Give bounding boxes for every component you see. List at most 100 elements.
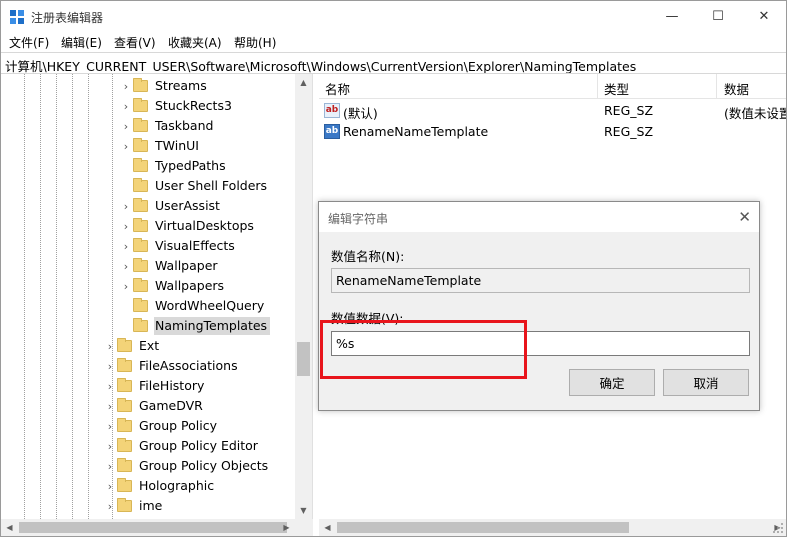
tree-item[interactable]: › FileAssociations <box>103 356 241 376</box>
tree-item-label: WordWheelQuery <box>155 298 265 313</box>
list-horizontal-scrollbar[interactable]: ◀ ▶ <box>319 519 786 536</box>
tree-item-label: Taskband <box>155 118 214 133</box>
value-type: REG_SZ <box>604 124 654 139</box>
scroll-left-icon[interactable]: ◀ <box>1 519 18 536</box>
tree-item[interactable]: › ime <box>103 496 165 516</box>
menu-help[interactable]: 帮助(H) <box>234 34 276 51</box>
folder-icon <box>133 198 148 212</box>
resize-grip-icon[interactable] <box>771 521 785 535</box>
tree-item-label: FileHistory <box>139 378 205 393</box>
menu-favorites[interactable]: 收藏夹(A) <box>168 34 222 51</box>
expand-chevron-icon[interactable]: › <box>119 276 133 296</box>
close-button[interactable]: ✕ <box>741 1 787 32</box>
menu-edit[interactable]: 编辑(E) <box>61 34 102 51</box>
value-name: (默认) <box>343 106 378 121</box>
tree-item[interactable]: › Ext <box>103 336 162 356</box>
folder-icon <box>117 498 132 512</box>
column-header-data[interactable]: 数据 <box>724 79 749 98</box>
expand-chevron-icon[interactable]: › <box>103 376 117 396</box>
highlight-annotation-box <box>320 320 527 379</box>
scroll-down-icon[interactable]: ▼ <box>295 502 312 519</box>
expand-chevron-icon[interactable]: › <box>103 456 117 476</box>
minimize-button[interactable]: — <box>649 1 695 32</box>
column-header-type[interactable]: 类型 <box>604 79 629 98</box>
tree-guide-line <box>88 74 89 519</box>
tree-item[interactable]: › FileHistory <box>103 376 207 396</box>
tree-item[interactable]: TypedPaths <box>119 156 229 176</box>
tree-horizontal-scrollbar[interactable]: ◀ ▶ <box>1 519 313 536</box>
tree-guide-line <box>56 74 57 519</box>
tree-item[interactable]: › Streams <box>119 76 210 96</box>
expand-chevron-icon[interactable]: › <box>119 236 133 256</box>
expand-chevron-icon[interactable]: › <box>119 136 133 156</box>
folder-icon <box>133 218 148 232</box>
title-bar: 注册表编辑器 — ☐ ✕ <box>1 1 786 32</box>
expand-chevron-icon[interactable]: › <box>103 416 117 436</box>
value-name: RenameNameTemplate <box>343 124 489 139</box>
tree-item[interactable]: › UserAssist <box>119 196 223 216</box>
registry-editor-icon <box>10 10 24 24</box>
tree-item[interactable]: › Taskband <box>119 116 216 136</box>
expand-chevron-icon[interactable]: › <box>119 196 133 216</box>
expand-chevron-icon[interactable]: › <box>103 336 117 356</box>
folder-icon <box>133 278 148 292</box>
tree-item[interactable]: WordWheelQuery <box>119 296 267 316</box>
scroll-left-icon[interactable]: ◀ <box>319 519 336 536</box>
tree-item[interactable]: › TWinUI <box>119 136 202 156</box>
maximize-button[interactable]: ☐ <box>695 1 741 32</box>
expand-chevron-icon[interactable]: › <box>119 96 133 116</box>
list-hscroll-thumb[interactable] <box>337 522 629 533</box>
tree-item[interactable]: › Group Policy Editor <box>103 436 261 456</box>
tree-item[interactable]: › Wallpaper <box>119 256 221 276</box>
tree-item[interactable]: › StuckRects3 <box>119 96 235 116</box>
tree-item[interactable]: › Group Policy <box>103 416 220 436</box>
list-row[interactable]: ab (默认) REG_SZ (数值未设置) <box>319 100 786 121</box>
tree-item[interactable]: › Holographic <box>103 476 217 496</box>
registry-editor-window: 注册表编辑器 — ☐ ✕ 文件(F) 编辑(E) 查看(V) 收藏夹(A) 帮助… <box>0 0 787 537</box>
list-row[interactable]: ab RenameNameTemplate REG_SZ <box>319 121 786 142</box>
expand-chevron-icon[interactable]: › <box>119 116 133 136</box>
column-header-name[interactable]: 名称 <box>325 79 350 98</box>
menu-file[interactable]: 文件(F) <box>9 34 49 51</box>
minimize-icon: — <box>665 9 679 24</box>
maximize-icon: ☐ <box>712 9 724 24</box>
folder-icon <box>133 258 148 272</box>
tree-vertical-scrollbar[interactable]: ▲ ▼ <box>295 74 312 519</box>
address-bar[interactable]: 计算机\HKEY_CURRENT_USER\Software\Microsoft… <box>1 52 786 74</box>
expand-chevron-icon[interactable]: › <box>103 496 117 516</box>
folder-icon <box>117 358 132 372</box>
menu-view[interactable]: 查看(V) <box>114 34 156 51</box>
tree-item-label: ime <box>139 498 163 513</box>
ok-button[interactable]: 确定 <box>569 369 655 396</box>
dialog-close-icon[interactable]: ✕ <box>738 208 751 226</box>
expand-chevron-icon[interactable]: › <box>103 436 117 456</box>
folder-icon <box>133 158 148 172</box>
scroll-up-icon[interactable]: ▲ <box>295 74 312 91</box>
tree-item[interactable]: › Wallpapers <box>119 276 227 296</box>
tree-item[interactable]: › VirtualDesktops <box>119 216 257 236</box>
expand-chevron-icon[interactable]: › <box>119 76 133 96</box>
tree-scroll-thumb[interactable] <box>297 342 310 376</box>
scroll-right-icon[interactable]: ▶ <box>278 519 295 536</box>
expand-chevron-icon[interactable]: › <box>119 216 133 236</box>
tree-item[interactable]: › Group Policy Objects <box>103 456 271 476</box>
tree-item-label: Streams <box>155 78 207 93</box>
expand-chevron-icon[interactable]: › <box>119 256 133 276</box>
expand-chevron-icon[interactable]: › <box>103 396 117 416</box>
tree-hscroll-thumb[interactable] <box>19 522 287 533</box>
string-value-icon: ab <box>324 124 340 139</box>
cancel-button[interactable]: 取消 <box>663 369 749 396</box>
tree-item[interactable]: › VisualEffects <box>119 236 238 256</box>
tree-item-label: Ext <box>139 338 160 353</box>
tree-item-label: UserAssist <box>155 198 220 213</box>
column-separator[interactable] <box>597 74 598 99</box>
expand-chevron-icon <box>119 156 133 176</box>
tree-item[interactable]: NamingTemplates <box>119 316 271 336</box>
expand-chevron-icon[interactable]: › <box>103 476 117 496</box>
expand-chevron-icon[interactable]: › <box>103 356 117 376</box>
tree-item[interactable]: User Shell Folders <box>119 176 270 196</box>
tree-item[interactable]: › GameDVR <box>103 396 206 416</box>
value-data: (数值未设置) <box>724 106 786 121</box>
column-separator[interactable] <box>716 74 717 99</box>
tree-item-label: Holographic <box>139 478 215 493</box>
